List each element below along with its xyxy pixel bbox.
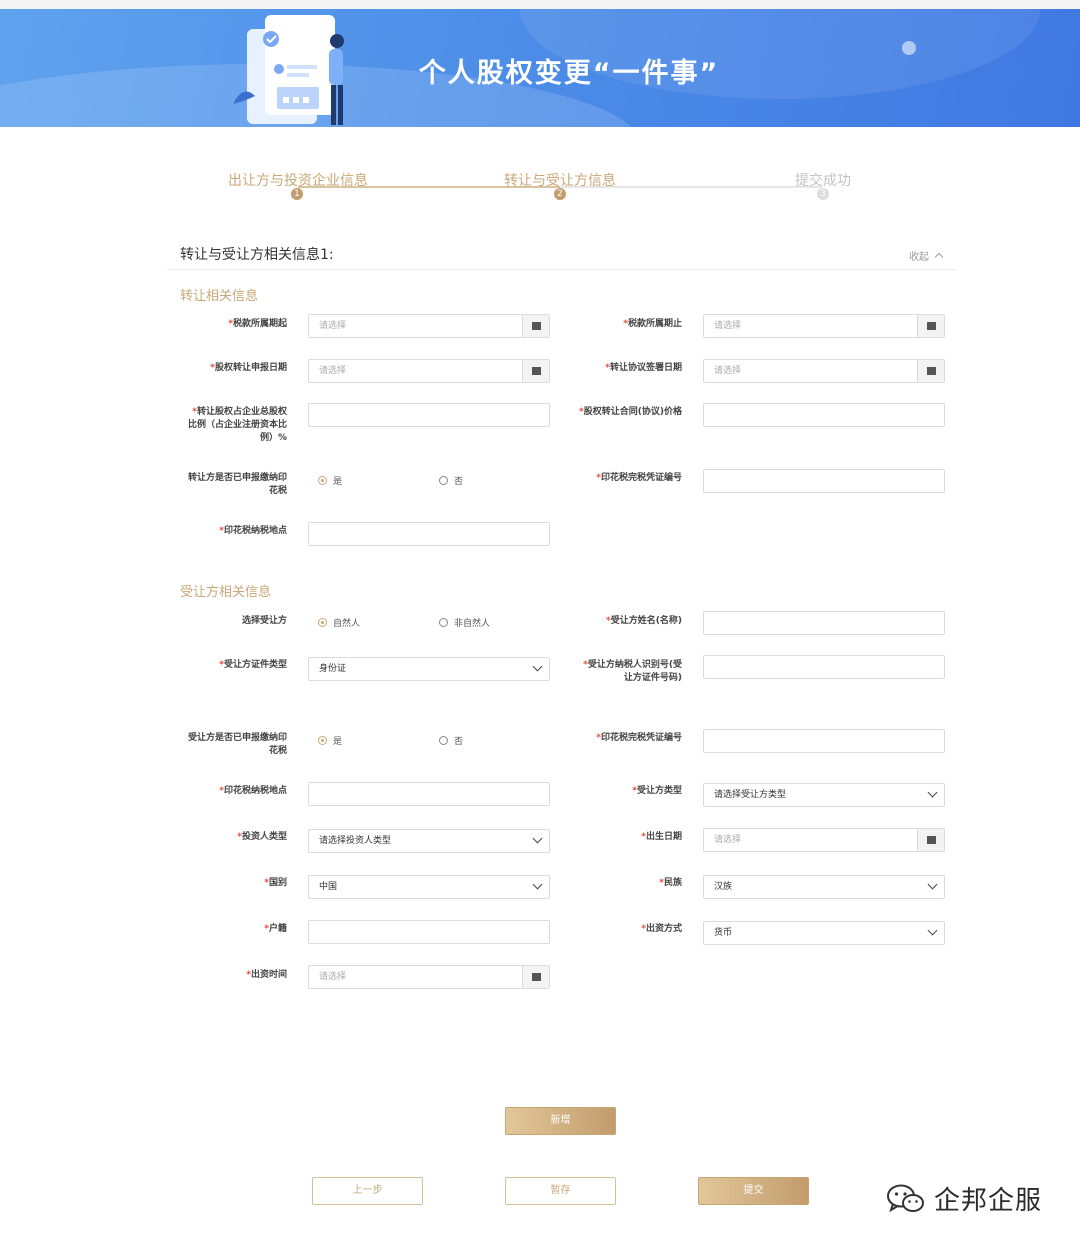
- calendar-icon[interactable]: [917, 360, 944, 382]
- save-draft-button[interactable]: 暂存: [505, 1177, 616, 1205]
- step-3-dot: 3: [817, 188, 829, 200]
- calendar-icon[interactable]: [522, 360, 549, 382]
- tax-period-end-label: *税款所属期止: [623, 319, 682, 329]
- radio-checked-icon: [318, 476, 327, 485]
- section-title: 转让与受让方相关信息1:: [180, 247, 334, 263]
- transferor-stamp-voucher-label: *印花税完税凭证编号: [596, 473, 682, 483]
- radio-checked-icon: [318, 618, 327, 627]
- contribution-method-label: *出资方式: [641, 924, 682, 934]
- chevron-down-icon: [927, 925, 938, 936]
- household-input[interactable]: [308, 920, 550, 944]
- step-2-label: 转让与受让方信息: [504, 173, 616, 189]
- transferee-stamp-place-label: *印花税纳税地点: [219, 786, 287, 796]
- chevron-down-icon: [532, 833, 543, 844]
- ethnicity-select[interactable]: 汉族: [703, 875, 945, 899]
- id-type-label: *受让方证件类型: [219, 660, 287, 670]
- collapse-toggle[interactable]: 收起: [909, 248, 944, 263]
- radio-unchecked-icon: [439, 736, 448, 745]
- chevron-down-icon: [532, 879, 543, 890]
- collapse-label: 收起: [909, 252, 929, 263]
- divider: [166, 269, 956, 270]
- banner: 个人股权变更“一件事”: [0, 9, 1080, 127]
- contract-price-input[interactable]: [703, 403, 945, 427]
- progress-steps: 出让方与投资企业信息 转让与受让方信息 提交成功 1 2 3: [0, 160, 1080, 210]
- add-button[interactable]: 新增: [505, 1107, 616, 1135]
- submit-button[interactable]: 提交: [698, 1177, 809, 1205]
- transferor-stamp-declared-label: 转让方是否已申报缴纳印 花税: [187, 473, 287, 496]
- tax-period-start-input[interactable]: 请选择: [308, 314, 550, 338]
- tax-period-end-input[interactable]: 请选择: [703, 314, 945, 338]
- transferor-stamp-no-radio[interactable]: 否: [439, 474, 463, 487]
- country-select[interactable]: 中国: [308, 875, 550, 899]
- country-label: *国别: [264, 878, 287, 888]
- watermark-text: 企邦企服: [934, 1186, 1043, 1216]
- radio-unchecked-icon: [439, 476, 448, 485]
- chevron-up-icon: [934, 252, 944, 262]
- page-title: 个人股权变更“一件事”: [418, 58, 720, 89]
- chevron-down-icon: [927, 879, 938, 890]
- transferee-name-label: *受让方姓名(名称): [606, 616, 682, 626]
- transfer-subtitle: 转让相关信息: [180, 289, 259, 304]
- contract-price-label: *股权转让合同(协议)价格: [579, 407, 682, 417]
- wechat-icon: [887, 1184, 924, 1212]
- transferee-stamp-yes-radio[interactable]: 是: [318, 734, 342, 747]
- top-strip: [0, 0, 1080, 9]
- step-3-label: 提交成功: [795, 173, 851, 189]
- step-1-dot: 1: [291, 188, 303, 200]
- transferor-stamp-place-input[interactable]: [308, 522, 550, 546]
- equity-ratio-input[interactable]: [308, 403, 550, 427]
- household-label: *户籍: [264, 924, 287, 934]
- investor-type-select[interactable]: 请选择投资人类型: [308, 829, 550, 853]
- radio-unchecked-icon: [439, 618, 448, 627]
- declare-date-label: *股权转让申报日期: [210, 363, 287, 373]
- contribution-time-label: *出资时间: [246, 970, 287, 980]
- contribution-method-select[interactable]: 货币: [703, 921, 945, 945]
- calendar-icon[interactable]: [522, 966, 549, 988]
- transferee-stamp-declared-label: 受让方是否已申报缴纳印 花税: [187, 733, 287, 756]
- transferee-stamp-voucher-label: *印花税完税凭证编号: [596, 733, 682, 743]
- step-2-dot: 2: [554, 188, 566, 200]
- transferee-type-select[interactable]: 请选择受让方类型: [703, 783, 945, 807]
- transferor-stamp-voucher-input[interactable]: [703, 469, 945, 493]
- taxpayer-id-input[interactable]: [703, 655, 945, 679]
- contribution-time-input[interactable]: 请选择: [308, 965, 550, 989]
- calendar-icon[interactable]: [917, 829, 944, 851]
- investor-type-label: *投资人类型: [237, 832, 287, 842]
- transferee-subtitle: 受让方相关信息: [180, 585, 272, 600]
- id-type-select[interactable]: 身份证: [308, 657, 550, 681]
- step-1-label: 出让方与投资企业信息: [228, 173, 368, 189]
- transferee-type-label: *受让方类型: [632, 786, 682, 796]
- choose-transferee-label: 选择受让方: [241, 616, 287, 626]
- sign-date-input[interactable]: 请选择: [703, 359, 945, 383]
- taxpayer-id-label: *受让方纳税人识别号(受 让方证件号码): [583, 660, 682, 683]
- tax-period-start-label: *税款所属期起: [228, 319, 287, 329]
- declare-date-input[interactable]: 请选择: [308, 359, 550, 383]
- non-natural-person-radio[interactable]: 非自然人: [439, 616, 490, 629]
- birth-date-input[interactable]: 请选择: [703, 828, 945, 852]
- watermark: 企邦企服: [886, 1180, 1042, 1217]
- calendar-icon[interactable]: [522, 315, 549, 337]
- chevron-down-icon: [927, 787, 938, 798]
- sign-date-label: *转让协议签署日期: [605, 363, 682, 373]
- transferee-stamp-no-radio[interactable]: 否: [439, 734, 463, 747]
- transferor-stamp-yes-radio[interactable]: 是: [318, 474, 342, 487]
- prev-step-button[interactable]: 上一步: [312, 1177, 423, 1205]
- calendar-icon[interactable]: [917, 315, 944, 337]
- natural-person-radio[interactable]: 自然人: [318, 616, 360, 629]
- ethnicity-label: *民族: [659, 878, 682, 888]
- radio-checked-icon: [318, 736, 327, 745]
- transferor-stamp-place-label: *印花税纳税地点: [219, 526, 287, 536]
- transferee-stamp-voucher-input[interactable]: [703, 729, 945, 753]
- transferee-stamp-place-input[interactable]: [308, 782, 550, 806]
- equity-ratio-label: *转让股权占企业总股权 比例（占企业注册资本比 例）%: [187, 407, 287, 443]
- chevron-down-icon: [532, 661, 543, 672]
- transferee-name-input[interactable]: [703, 611, 945, 635]
- birth-date-label: *出生日期: [641, 832, 682, 842]
